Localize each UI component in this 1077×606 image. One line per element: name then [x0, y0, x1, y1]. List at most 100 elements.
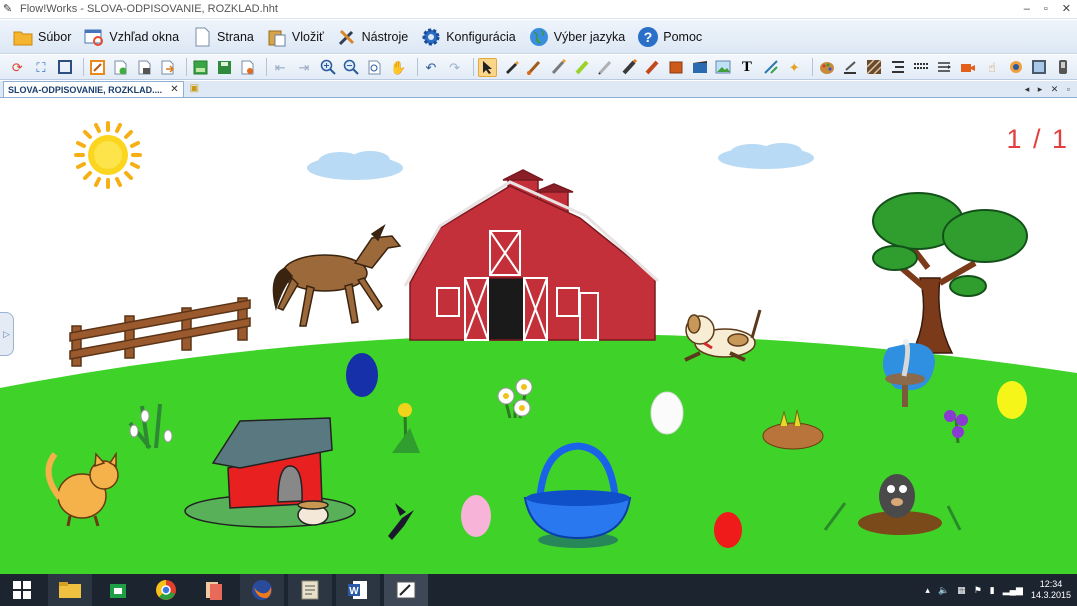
- clock-time: 12:34: [1039, 579, 1063, 589]
- tools-icon: [336, 26, 358, 48]
- video-clip-icon[interactable]: [690, 58, 709, 77]
- document-tab[interactable]: SLOVA-ODPISOVANIE, ROZKLAD.... ✕: [3, 81, 184, 97]
- menu-label: Výber jazyka: [553, 29, 626, 44]
- highlighter-icon[interactable]: [572, 58, 591, 77]
- help-icon: ?: [637, 26, 659, 48]
- gear-icon: [420, 26, 442, 48]
- side-panel-handle[interactable]: ▷: [0, 312, 14, 356]
- new-tab-icon[interactable]: ▣: [190, 81, 199, 97]
- measure-icon[interactable]: [761, 58, 780, 77]
- pen-icon[interactable]: [502, 58, 521, 77]
- edit-page-icon[interactable]: [88, 58, 107, 77]
- menu-label: Vzhľad okna: [109, 29, 180, 44]
- save-page-icon[interactable]: [215, 58, 234, 77]
- power-icon[interactable]: ▮: [990, 585, 995, 596]
- refresh-icon[interactable]: ⟳: [8, 58, 27, 77]
- signal-icon[interactable]: ▂▄▆: [1003, 585, 1023, 596]
- cloud: [718, 143, 814, 169]
- next-page-icon[interactable]: ⇥: [295, 58, 314, 77]
- undo-icon[interactable]: ↶: [422, 58, 441, 77]
- color-picker-icon[interactable]: [841, 58, 860, 77]
- tree: [872, 192, 1028, 354]
- volume-icon[interactable]: 🔈: [938, 585, 949, 596]
- eraser-icon[interactable]: [643, 58, 662, 77]
- arrow-style-icon[interactable]: [935, 58, 954, 77]
- window-refresh-icon: [83, 26, 105, 48]
- zoom-out-icon[interactable]: [342, 58, 361, 77]
- yellow-egg: [997, 381, 1027, 419]
- magic-icon[interactable]: ✦: [785, 58, 804, 77]
- fill-icon[interactable]: [667, 58, 686, 77]
- text-icon[interactable]: T: [738, 58, 757, 77]
- pdf-icon[interactable]: [238, 58, 257, 77]
- line-style-icon[interactable]: [888, 58, 907, 77]
- select-arrow-icon[interactable]: [477, 57, 497, 77]
- app-logo-icon: ✎: [3, 3, 13, 15]
- paste-icon: [266, 26, 288, 48]
- close-tab-icon[interactable]: ✕: [170, 84, 178, 95]
- menu-pomoc[interactable]: ? Pomoc: [635, 23, 704, 51]
- menu-nastroje[interactable]: Nástroje: [334, 23, 411, 51]
- camera-icon[interactable]: [959, 58, 978, 77]
- menu-label: Vložiť: [291, 29, 324, 44]
- menu-strana[interactable]: Strana: [189, 23, 256, 51]
- store-icon[interactable]: [96, 574, 140, 606]
- flag-icon[interactable]: ⚑: [974, 585, 982, 596]
- menu-label: Nástroje: [361, 29, 409, 44]
- screen-capture-icon[interactable]: [1030, 58, 1049, 77]
- menu-bar: Súbor Vzhľad okna Strana Vložiť Nástroje…: [0, 20, 1077, 54]
- notes-app-icon[interactable]: [288, 574, 332, 606]
- zoom-page-icon[interactable]: [365, 58, 384, 77]
- menu-vyber-jazyka[interactable]: Výber jazyka: [526, 23, 628, 51]
- file-explorer-icon[interactable]: [48, 574, 92, 606]
- menu-label: Strana: [217, 29, 254, 44]
- dash-style-icon[interactable]: [912, 58, 931, 77]
- hatch-icon[interactable]: [865, 58, 884, 77]
- toolbar: ⟳ ⛶ ⇤ ⇥ ✋ ↶ ↷ T ✦ ☝: [0, 55, 1077, 80]
- document-tab-label: SLOVA-ODPISOVANIE, ROZKLAD....: [8, 84, 163, 95]
- document-tab-strip: SLOVA-ODPISOVANIE, ROZKLAD.... ✕ ▣ ◂ ▸ ✕…: [0, 81, 1077, 98]
- menu-konfiguracia[interactable]: Konfigurácia: [418, 23, 518, 51]
- svg-text:W: W: [349, 586, 359, 597]
- firefox-icon[interactable]: [240, 574, 284, 606]
- delete-page-icon[interactable]: [135, 58, 154, 77]
- calligraphy-icon[interactable]: [549, 58, 568, 77]
- menu-vzhlad-okna[interactable]: Vzhľad okna: [81, 23, 181, 51]
- documents-icon[interactable]: [192, 574, 236, 606]
- tray-overflow-icon[interactable]: ▴: [925, 585, 930, 596]
- minimize-button[interactable]: –: [1024, 0, 1030, 18]
- fullscreen-icon[interactable]: ⛶: [32, 58, 51, 77]
- spotlight-icon[interactable]: [1006, 58, 1025, 77]
- word-icon[interactable]: W: [336, 574, 380, 606]
- add-page-icon[interactable]: [111, 58, 130, 77]
- flowworks-icon[interactable]: [384, 574, 428, 606]
- chrome-icon[interactable]: [144, 574, 188, 606]
- brush-icon[interactable]: [525, 58, 544, 77]
- clock[interactable]: 12:34 14.3.2015: [1031, 579, 1071, 601]
- image-green-icon[interactable]: [191, 58, 210, 77]
- network-icon[interactable]: ▦: [957, 585, 966, 596]
- menu-label: Pomoc: [663, 29, 703, 44]
- frame-icon[interactable]: [55, 58, 74, 77]
- menu-vlozit[interactable]: Vložiť: [264, 23, 326, 51]
- tab-controls[interactable]: ◂ ▸ ✕ ▫: [1025, 81, 1073, 97]
- redo-icon[interactable]: ↷: [445, 58, 464, 77]
- pan-hand-icon[interactable]: ✋: [389, 58, 408, 77]
- title-bar: ✎ Flow!Works - SLOVA-ODPISOVANIE, ROZKLA…: [0, 0, 1077, 19]
- image-icon[interactable]: [714, 58, 733, 77]
- white-egg: [650, 391, 684, 435]
- zoom-in-icon[interactable]: [318, 58, 337, 77]
- windows-start-icon[interactable]: [0, 574, 44, 606]
- pencil-icon[interactable]: [596, 58, 615, 77]
- whiteboard-canvas[interactable]: 1 / 1 ▷: [0, 98, 1077, 574]
- palette-icon[interactable]: [817, 58, 836, 77]
- device-icon[interactable]: [1054, 58, 1073, 77]
- hand-pointer-icon[interactable]: ☝: [983, 58, 1002, 77]
- marker-icon[interactable]: [620, 58, 639, 77]
- prev-page-icon[interactable]: ⇤: [271, 58, 290, 77]
- menu-subor[interactable]: Súbor: [10, 23, 73, 51]
- close-button[interactable]: ✕: [1062, 0, 1071, 18]
- maximize-button[interactable]: ▫: [1044, 0, 1048, 18]
- application-window: ✎ Flow!Works - SLOVA-ODPISOVANIE, ROZKLA…: [0, 0, 1077, 606]
- export-page-icon[interactable]: [159, 58, 178, 77]
